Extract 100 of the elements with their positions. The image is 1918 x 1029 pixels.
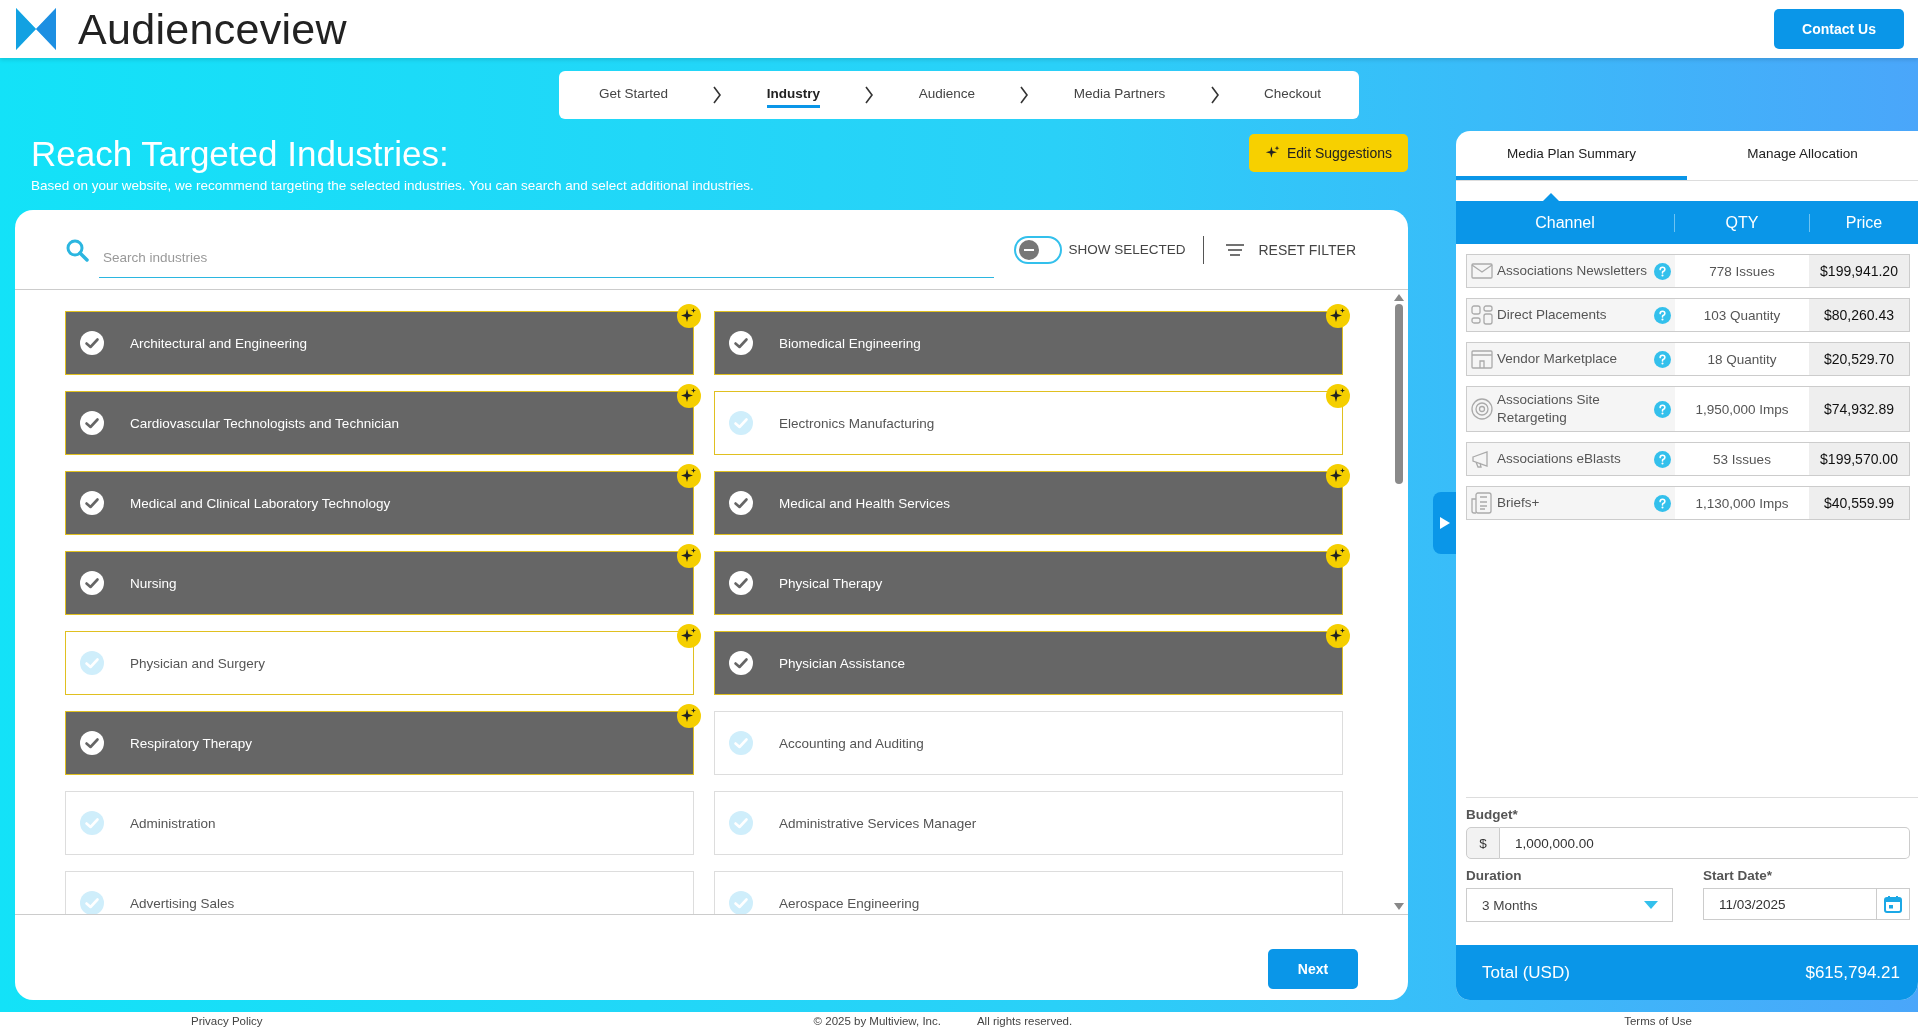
step-tab[interactable]: Checkout	[1263, 82, 1321, 108]
quantity-cell-text: 778 Issues	[1708, 262, 1776, 281]
channel-name: Associations Site Retargeting	[1497, 391, 1601, 428]
page-subtitle: Based on your website, we recommend targeting the selected industries. You can search and select additional industries.	[31, 178, 755, 193]
currency-prefix: $	[1466, 827, 1500, 859]
help-icon[interactable]	[1654, 350, 1671, 368]
price-cell: $40,559.99	[1809, 487, 1909, 520]
privacy-link[interactable]: Privacy Policy	[191, 1014, 263, 1027]
step-tab[interactable]: Get Started	[599, 82, 669, 108]
price-cell: $80,260.43	[1809, 299, 1909, 331]
industry-tile[interactable]: Accounting and Auditing	[714, 711, 1343, 775]
channel-name: Vendor Marketplace	[1497, 349, 1619, 368]
check-icon	[729, 331, 753, 355]
calendar-button[interactable]	[1877, 888, 1910, 920]
industry-tile[interactable]: Biomedical Engineering	[714, 311, 1343, 375]
quantity-cell-text: 1,130,000 Imps	[1694, 494, 1790, 513]
budget-label: Budget*	[1466, 807, 1519, 822]
channel-name: Direct Placements	[1497, 305, 1608, 324]
rights-text: All rights reserved.	[976, 1014, 1073, 1027]
price-cell: $199,941.20	[1809, 255, 1909, 287]
check-icon	[729, 571, 753, 595]
price-cell: $74,932.89	[1809, 387, 1909, 432]
start-date-label: Start Date*	[1703, 868, 1774, 883]
edit-suggestions-button[interactable]: Edit Suggestions	[1248, 134, 1408, 172]
channel-name: Associations Newsletters	[1497, 261, 1649, 280]
step-tab[interactable]: Industry	[766, 82, 820, 108]
check-icon	[729, 891, 753, 914]
chevron-icon	[864, 86, 875, 104]
quantity-cell-text: 53 Issues	[1712, 450, 1772, 469]
check-icon	[80, 891, 104, 914]
check-icon	[729, 731, 753, 755]
duration-label: Duration	[1466, 868, 1523, 883]
column-header: QTY	[1675, 213, 1810, 232]
storefront-icon	[1471, 348, 1493, 370]
check-icon	[80, 651, 104, 675]
help-icon[interactable]	[1654, 306, 1671, 324]
industry-tile[interactable]: Advertising Sales	[65, 871, 694, 914]
target-icon	[1471, 398, 1493, 421]
check-icon	[80, 491, 104, 515]
step-tab[interactable]: Audience	[918, 82, 975, 108]
column-header: Price	[1844, 213, 1884, 232]
column-header: Channel	[1456, 213, 1675, 232]
reset-filter-button[interactable]: RESET FILTER	[1224, 241, 1358, 258]
budget-field[interactable]: 1,000,000.00	[1500, 827, 1910, 859]
price-cell: $199,570.00	[1809, 443, 1909, 476]
industry-tile[interactable]: Respiratory Therapy	[65, 711, 694, 775]
step-tab[interactable]: Media Partners	[1073, 82, 1166, 108]
help-icon[interactable]	[1654, 262, 1671, 280]
check-icon	[729, 411, 753, 435]
caret-icon	[1644, 901, 1658, 909]
start-date-field[interactable]: 11/03/2025	[1703, 888, 1877, 920]
brand-name: Audienceview	[78, 4, 347, 54]
help-icon[interactable]	[1654, 400, 1671, 418]
total-label: Total (USD)	[1482, 962, 1570, 983]
play-icon	[1439, 517, 1450, 529]
industry-tile[interactable]: Medical and Clinical Laboratory Technology	[65, 471, 694, 535]
toggle-label: SHOW SELECTED	[1068, 242, 1186, 257]
check-icon	[729, 651, 753, 675]
industry-tile[interactable]: Cardiovascular Technologists and Technician	[65, 391, 694, 455]
industry-tile[interactable]: Nursing	[65, 551, 694, 615]
industry-tile[interactable]: Physician Assistance	[714, 631, 1343, 695]
check-icon	[80, 331, 104, 355]
industry-tile[interactable]: Administration	[65, 791, 694, 855]
total-value: $615,794.21	[1805, 962, 1900, 983]
industry-tile[interactable]: Administrative Services Manager	[714, 791, 1343, 855]
check-icon	[80, 811, 104, 835]
help-icon[interactable]	[1654, 494, 1671, 512]
chevron-icon	[1209, 86, 1220, 104]
quantity-cell-text: 103 Quantity	[1702, 306, 1782, 325]
expand-panel-button[interactable]	[1433, 492, 1456, 554]
industry-tile[interactable]: Medical and Health Services	[714, 471, 1343, 535]
toggle-switch[interactable]	[1014, 235, 1063, 264]
channel-name: Associations eBlasts	[1497, 450, 1622, 469]
panel-tab[interactable]: Manage Allocation	[1687, 131, 1918, 180]
grid-icon	[1471, 304, 1493, 326]
envelope-icon	[1471, 260, 1493, 282]
search-icon	[65, 237, 89, 262]
chevron-icon	[712, 86, 723, 104]
channel-name: Briefs+	[1497, 494, 1541, 513]
terms-link[interactable]: Terms of Use	[1624, 1014, 1692, 1027]
industry-tile[interactable]: Physician and Surgery	[65, 631, 694, 695]
help-icon[interactable]	[1654, 450, 1671, 468]
industry-tile[interactable]: Architectural and Engineering	[65, 311, 694, 375]
chevron-icon	[1019, 86, 1030, 104]
check-icon	[729, 491, 753, 515]
quantity-cell-text: 18 Quantity	[1706, 350, 1778, 369]
price-cell: $20,529.70	[1809, 343, 1909, 375]
quantity-cell-text: 1,950,000 Imps	[1694, 400, 1790, 419]
check-icon	[80, 411, 104, 435]
industry-tile[interactable]: Electronics Manufacturing	[714, 391, 1343, 455]
check-icon	[80, 571, 104, 595]
duration-dropdown[interactable]: 3 Months	[1466, 888, 1673, 922]
calendar-icon	[1884, 895, 1902, 913]
panel-tab[interactable]: Media Plan Summary	[1456, 131, 1687, 180]
industry-tile[interactable]: Aerospace Engineering	[714, 871, 1343, 914]
check-icon	[729, 811, 753, 835]
copyright-text: © 2025 by Multiview, Inc.	[813, 1014, 941, 1027]
industry-tile[interactable]: Physical Therapy	[714, 551, 1343, 615]
page-title: Reach Targeted Industries:	[31, 134, 450, 174]
document-icon	[1471, 492, 1493, 515]
